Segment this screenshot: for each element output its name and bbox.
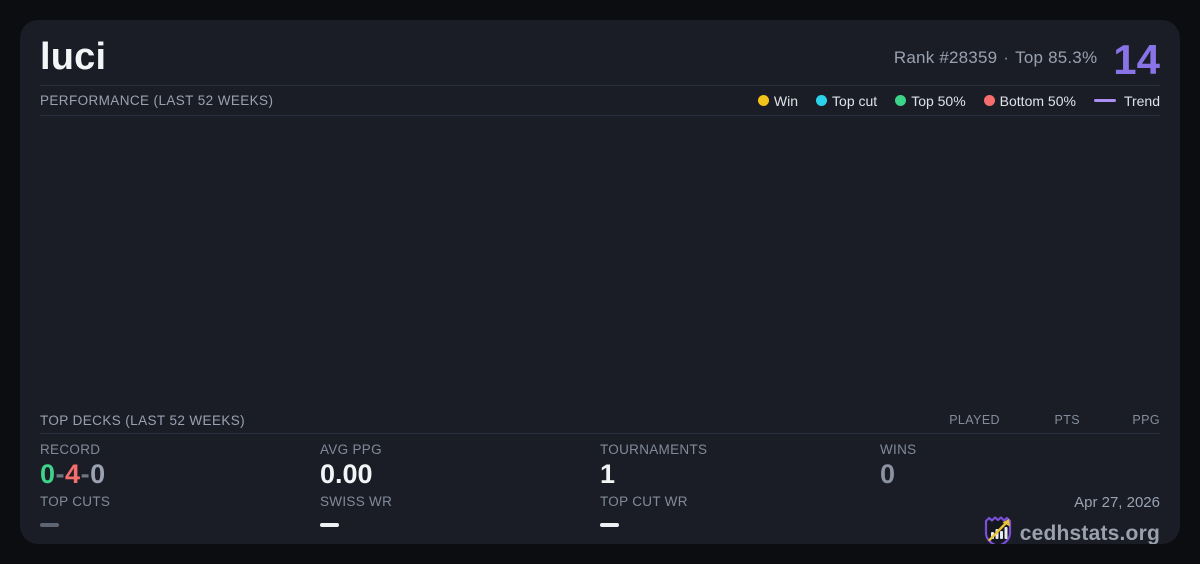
legend-item-win: Win: [757, 92, 799, 109]
record-draws: 0: [90, 459, 106, 489]
trend-line-icon: [1093, 99, 1116, 102]
chart-legend: Win Top cut Top 50% Bottom 50% Trend: [757, 92, 1160, 109]
player-stats-card: luci Rank #28359 · Top 85.3% 14 PERFORMANC…: [20, 20, 1180, 544]
stat-record: RECORD 0-4-0: [40, 442, 320, 491]
record-separator: -: [80, 459, 91, 489]
header-rank-group: Rank #28359 · Top 85.3% 14: [894, 35, 1160, 83]
record-separator: -: [55, 459, 66, 489]
legend-item-trend: Trend: [1093, 92, 1160, 109]
win-dot-icon: [757, 95, 769, 106]
performance-header-row: PERFORMANCE (LAST 52 WEEKS) Win Top cut …: [40, 86, 1160, 116]
top-decks-section-title: TOP DECKS (LAST 52 WEEKS): [40, 412, 246, 428]
swiss-wr-placeholder-dash: [320, 523, 339, 527]
top-50-dot-icon: [895, 95, 907, 106]
stat-record-value: 0-4-0: [40, 459, 320, 490]
brand-name[interactable]: cedhstats.org: [1020, 522, 1160, 544]
stats-row-primary: RECORD 0-4-0 AVG PPG 0.00 TOURNAMENTS 1 …: [40, 434, 1160, 491]
top-cut-dot-icon: [816, 95, 828, 106]
column-header-played: PLAYED: [949, 413, 1000, 427]
legend-item-bottom-50: Bottom 50%: [983, 92, 1076, 109]
top-decks-header-row: TOP DECKS (LAST 52 WEEKS) PLAYED PTS PPG: [40, 407, 1160, 434]
stat-avg-ppg-label: AVG PPG: [320, 442, 382, 457]
rank-text: Rank #28359 · Top 85.3%: [894, 48, 1097, 68]
stat-top-cut-wr: TOP CUT WR: [600, 494, 880, 544]
performance-section-title: PERFORMANCE (LAST 52 WEEKS): [40, 93, 274, 108]
record-losses: 4: [65, 459, 81, 489]
legend-label-bottom-50: Bottom 50%: [999, 92, 1076, 109]
stat-wins-value: 0: [880, 459, 896, 489]
top-cut-wr-placeholder-dash: [600, 523, 619, 527]
cedhstats-shield-logo-icon: [983, 515, 1013, 544]
stat-record-label: RECORD: [40, 442, 101, 457]
column-header-pts: PTS: [1054, 413, 1080, 427]
footer-cell: Apr 27, 2026 cedhstats.org: [880, 494, 1160, 544]
stat-wins: WINS 0: [880, 442, 1160, 491]
top-percent-label: Top 85.3%: [1015, 47, 1098, 67]
legend-label-top-cut: Top cut: [832, 92, 878, 109]
card-date: Apr 27, 2026: [1074, 494, 1160, 511]
legend-label-trend: Trend: [1123, 92, 1160, 109]
top-cuts-placeholder-dash: [40, 523, 59, 527]
dot-separator: ·: [1003, 47, 1010, 67]
brand-row[interactable]: cedhstats.org: [983, 515, 1160, 544]
legend-item-top-cut: Top cut: [816, 93, 877, 109]
performance-chart-area: [40, 116, 1160, 407]
stat-wins-label: WINS: [880, 442, 917, 457]
stat-top-cuts: TOP CUTS: [40, 494, 320, 544]
column-header-ppg: PPG: [1132, 413, 1160, 427]
stat-tournaments: TOURNAMENTS 1: [600, 442, 880, 491]
top-decks-column-headers: PLAYED PTS PPG: [920, 413, 1160, 427]
stat-tournaments-value: 1: [600, 459, 616, 489]
stat-swiss-wr: SWISS WR: [320, 494, 600, 544]
stat-avg-ppg-value: 0.00: [320, 459, 373, 489]
stat-tournaments-label: TOURNAMENTS: [600, 442, 708, 457]
card-header: luci Rank #28359 · Top 85.3% 14: [40, 20, 1160, 86]
stat-avg-ppg: AVG PPG 0.00: [320, 442, 600, 491]
points-value: 14: [1113, 35, 1160, 83]
rank-label: Rank #28359: [893, 47, 998, 67]
stat-top-cuts-label: TOP CUTS: [40, 494, 111, 509]
player-name: luci: [40, 36, 107, 78]
legend-item-top-50: Top 50%: [895, 92, 966, 109]
stats-row-secondary: TOP CUTS SWISS WR TOP CUT WR Apr 27, 202…: [40, 491, 1160, 544]
stat-swiss-wr-label: SWISS WR: [320, 494, 393, 509]
record-wins: 0: [40, 459, 56, 489]
legend-label-win: Win: [773, 92, 799, 109]
stat-top-cut-wr-label: TOP CUT WR: [600, 494, 688, 509]
legend-label-top-50: Top 50%: [911, 92, 966, 109]
bottom-50-dot-icon: [983, 95, 995, 106]
